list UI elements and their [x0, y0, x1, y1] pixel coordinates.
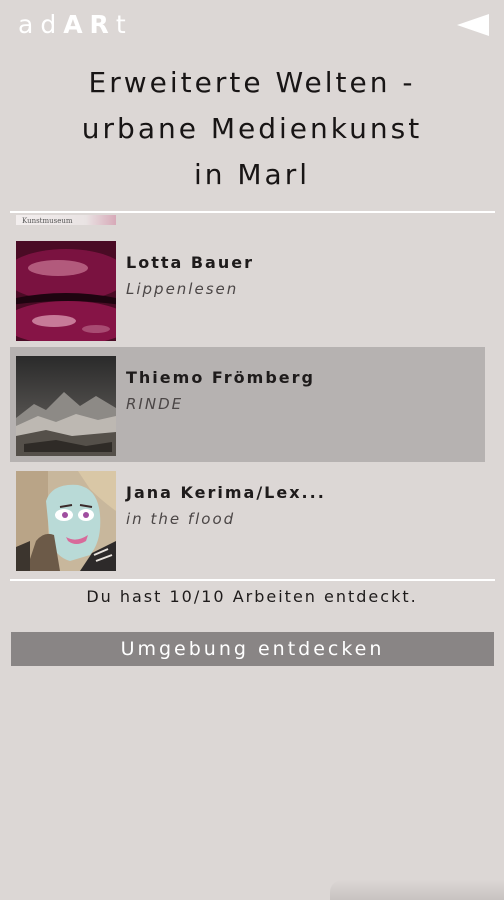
page-title-line-2: urbane Medienkunst [81, 112, 423, 145]
app-logo[interactable]: adARt [18, 10, 133, 39]
work-title: RINDE [126, 395, 184, 413]
explore-surroundings-button[interactable]: Umgebung entdecken [11, 632, 494, 666]
list-item[interactable]: Lotta Bauer Lippenlesen [10, 232, 485, 347]
artwork-list[interactable]: Kunstmuseum Lotta Bauer Lippenlesen Thie… [0, 215, 504, 575]
home-indicator [330, 880, 504, 900]
discovery-status: Du hast 10/10 Arbeiten entdeckt. [86, 587, 418, 606]
top-divider [10, 211, 495, 213]
artist-name: Lotta Bauer [126, 253, 254, 272]
artist-name: Thiemo Frömberg [126, 368, 315, 387]
list-item[interactable]: Jana Kerima/Lex... in the flood [10, 462, 485, 575]
partial-list-item-thumbnail[interactable]: Kunstmuseum [16, 215, 116, 225]
page-title-line-3: in Marl [193, 158, 311, 191]
page-title: Erweiterte Welten - urbane Medienkunst i… [0, 60, 504, 198]
artist-name: Jana Kerima/Lex... [126, 483, 326, 502]
page-title-line-1: Erweiterte Welten - [88, 66, 416, 99]
back-triangle-icon[interactable] [457, 14, 489, 36]
work-title: Lippenlesen [126, 280, 239, 298]
bottom-divider [10, 579, 495, 581]
logo-part-1: ad [18, 10, 64, 39]
partial-list-item-text: Kunstmuseum [22, 217, 73, 225]
logo-part-3: t [115, 10, 133, 39]
lips-image [16, 241, 116, 341]
work-title: in the flood [126, 510, 236, 528]
illustrated-face-image [16, 471, 116, 571]
landscape-image [16, 356, 116, 456]
list-item-selected[interactable]: Thiemo Frömberg RINDE [10, 347, 485, 462]
logo-part-2: AR [63, 10, 116, 39]
top-bar: adARt [0, 0, 504, 52]
